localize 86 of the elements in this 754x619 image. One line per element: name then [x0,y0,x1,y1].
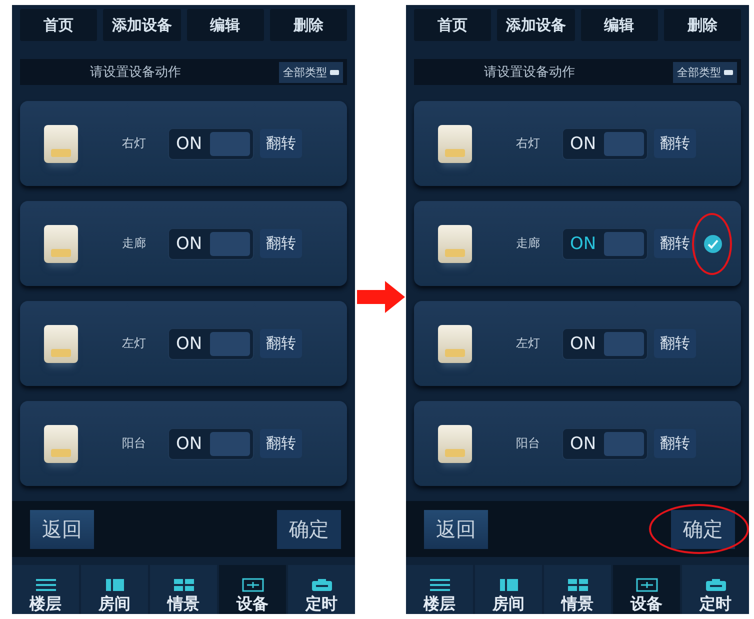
device-name: 右灯 [122,135,147,152]
device-name: 阳台 [122,435,147,452]
type-dropdown[interactable]: 全部类型 [279,62,343,82]
nav-item[interactable]: 定时 [288,565,355,614]
light-switch-icon [44,324,78,362]
on-toggle[interactable]: ON [562,328,648,360]
nav-item[interactable]: 房间 [81,565,148,614]
tab[interactable]: 删除 [270,9,347,41]
device-card[interactable]: 阳台 ON 翻转 [414,401,741,486]
toggle-slot [604,332,644,356]
toggle-slot [604,232,644,256]
flip-button[interactable]: 翻转 [654,129,696,158]
light-switch-icon [44,424,78,462]
tab[interactable]: 删除 [664,9,741,41]
light-switch-icon [438,424,472,462]
device-name: 左灯 [516,335,541,352]
lines-icon [428,578,452,592]
on-toggle[interactable]: ON [168,128,254,160]
device-name: 走廊 [516,235,541,252]
type-dropdown[interactable]: 全部类型 [673,62,737,82]
grid-icon [566,578,590,592]
nav-item[interactable]: 情景 [544,565,611,614]
flip-button[interactable]: 翻转 [260,129,302,158]
nav-item[interactable]: 设备 [219,565,286,614]
on-toggle[interactable]: ON [168,328,254,360]
tab[interactable]: 添加设备 [103,9,180,41]
nav-item[interactable]: 定时 [682,565,749,614]
flip-button[interactable]: 翻转 [654,329,696,358]
light-switch-icon [438,224,472,262]
device-card[interactable]: 左灯 ON 翻转 [20,301,347,386]
device-card[interactable]: 右灯 ON 翻转 [20,101,347,186]
flip-button[interactable]: 翻转 [260,229,302,258]
on-toggle[interactable]: ON [168,228,254,260]
on-toggle[interactable]: ON [168,428,254,460]
light-switch-icon [438,324,472,362]
device-card[interactable]: 走廊 ON 翻转 [414,201,741,286]
case-icon [310,578,334,592]
grid-icon [172,578,196,592]
right-arrow-icon [356,279,404,315]
nav-item[interactable]: 房间 [475,565,542,614]
on-toggle[interactable]: ON [562,128,648,160]
device-name: 左灯 [122,335,147,352]
light-switch-icon [44,124,78,162]
tab[interactable]: 添加设备 [497,9,574,41]
on-toggle[interactable]: ON [562,428,648,460]
on-toggle[interactable]: ON [562,228,648,260]
confirm-button[interactable]: 确定 [671,510,735,548]
toggle-slot [210,432,250,456]
monitor-icon [634,578,658,592]
toggle-slot [604,432,644,456]
flip-button[interactable]: 翻转 [260,429,302,458]
nav-item[interactable]: 情景 [150,565,217,614]
monitor-icon [240,578,264,592]
nav-item[interactable]: 设备 [613,565,680,614]
light-switch-icon [44,224,78,262]
highlight-ellipse [692,212,732,274]
lines-icon [34,578,58,592]
toggle-slot [604,132,644,156]
flip-button[interactable]: 翻转 [654,229,696,258]
tab[interactable]: 编辑 [186,9,264,41]
device-card[interactable]: 阳台 ON 翻转 [20,401,347,486]
prompt-text: 请设置设备动作 [90,64,181,81]
nav-item[interactable]: 楼层 [12,565,79,614]
confirm-button[interactable]: 确定 [277,510,341,548]
device-name: 走廊 [122,235,147,252]
back-button[interactable]: 返回 [424,510,488,548]
flip-button[interactable]: 翻转 [260,329,302,358]
tab[interactable]: 首页 [20,9,98,41]
device-card[interactable]: 右灯 ON 翻转 [414,101,741,186]
nav-item[interactable]: 楼层 [406,565,473,614]
back-button[interactable]: 返回 [30,510,94,548]
device-name: 阳台 [516,435,541,452]
device-card[interactable]: 走廊 ON 翻转 [20,201,347,286]
toggle-slot [210,232,250,256]
device-card[interactable]: 左灯 ON 翻转 [414,301,741,386]
dropdown-icon [724,70,733,74]
tab[interactable]: 首页 [414,9,492,41]
toggle-slot [210,132,250,156]
device-name: 右灯 [516,135,541,152]
case-icon [704,578,728,592]
dropdown-icon [330,70,339,74]
prompt-text: 请设置设备动作 [484,64,575,81]
toggle-slot [210,332,250,356]
flip-button[interactable]: 翻转 [654,429,696,458]
tab[interactable]: 编辑 [580,9,658,41]
light-switch-icon [438,124,472,162]
